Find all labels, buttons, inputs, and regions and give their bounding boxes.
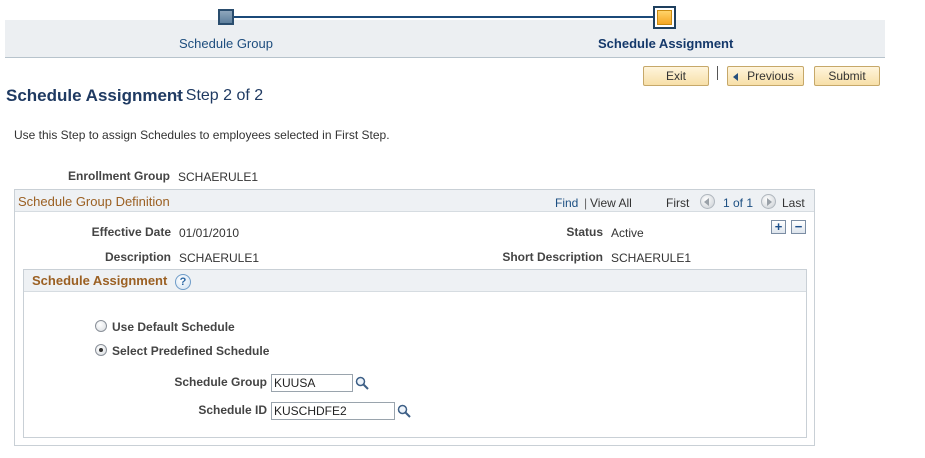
enrollment-group-label: Enrollment Group xyxy=(68,169,170,183)
magnifier-icon[interactable] xyxy=(355,376,369,390)
exit-button[interactable]: Exit xyxy=(643,66,709,86)
step-schedule-group-link[interactable]: Schedule Group xyxy=(179,36,273,51)
step-train-connector xyxy=(226,16,664,18)
previous-button-label: Previous xyxy=(747,69,794,83)
page-instructions: Use this Step to assign Schedules to emp… xyxy=(14,128,390,142)
page-step-indicator: - Step 2 of 2 xyxy=(176,87,264,104)
step-schedule-group-marker[interactable] xyxy=(218,9,234,25)
left-triangle-icon xyxy=(733,73,738,81)
submit-button[interactable]: Submit xyxy=(814,66,880,86)
step-train-band xyxy=(5,20,885,58)
step-schedule-assignment-marker xyxy=(653,6,676,29)
schedule-id-input[interactable] xyxy=(271,402,395,420)
use-default-schedule-radio[interactable] xyxy=(95,320,107,332)
toolbar-separator xyxy=(717,66,718,80)
previous-button[interactable]: Previous xyxy=(727,66,804,86)
use-default-schedule-label[interactable]: Use Default Schedule xyxy=(112,320,235,334)
select-predefined-schedule-label[interactable]: Select Predefined Schedule xyxy=(112,344,269,358)
select-predefined-schedule-radio[interactable] xyxy=(95,344,107,356)
schedule-group-input[interactable] xyxy=(271,374,353,392)
magnifier-icon[interactable] xyxy=(397,404,411,418)
schedule-group-label: Schedule Group xyxy=(174,375,267,389)
assignment-form: Use Default Schedule Select Predefined S… xyxy=(14,189,815,446)
schedule-id-label: Schedule ID xyxy=(198,403,267,417)
page-title: Schedule Assignment xyxy=(6,86,183,105)
enrollment-group-value: SCHAERULE1 xyxy=(178,170,259,184)
step-schedule-assignment-label: Schedule Assignment xyxy=(598,36,734,51)
